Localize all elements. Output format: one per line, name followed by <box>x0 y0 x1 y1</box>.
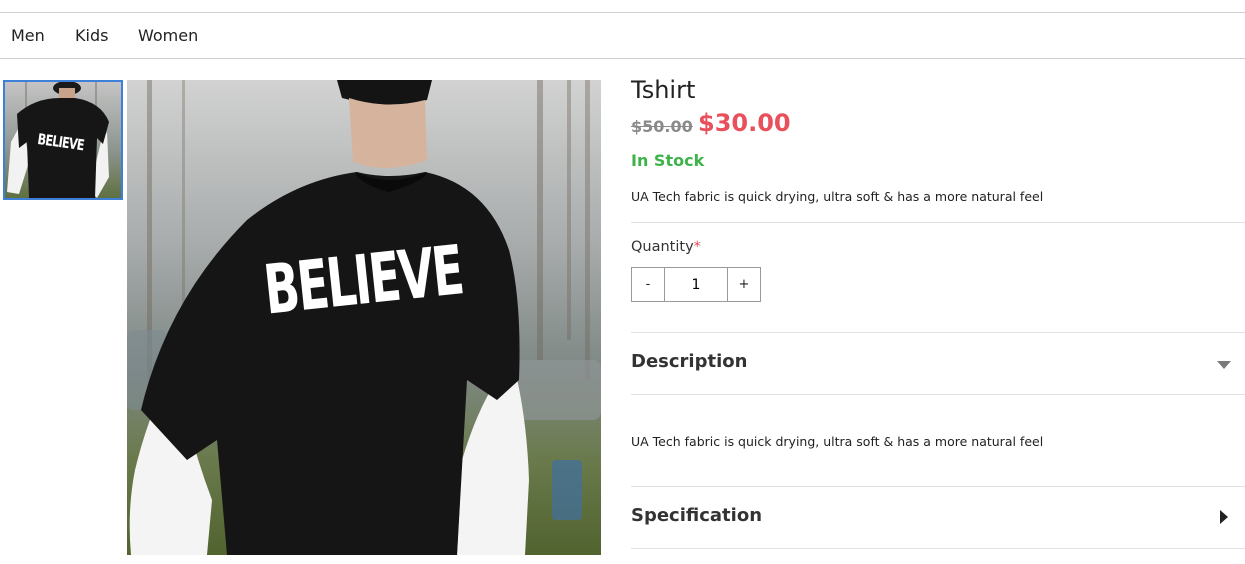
required-mark: * <box>693 239 701 255</box>
short-description: UA Tech fabric is quick drying, ultra so… <box>631 189 1044 204</box>
sale-price: $30.00 <box>698 109 791 137</box>
product-title: Tshirt <box>631 76 696 104</box>
caret-down-icon <box>1217 361 1231 369</box>
quantity-decrement-button[interactable]: - <box>632 268 665 301</box>
shirt-print-text: BELIEVE <box>260 231 466 331</box>
quantity-stepper: - + <box>631 267 761 302</box>
specification-title: Specification <box>631 505 763 526</box>
product-thumbnail[interactable]: BELIEVE <box>3 80 123 200</box>
quantity-label: Quantity* <box>631 239 701 255</box>
nav-item-men[interactable]: Men <box>11 26 45 45</box>
quantity-label-text: Quantity <box>631 239 694 255</box>
description-title: Description <box>631 351 748 372</box>
nav-item-kids[interactable]: Kids <box>75 26 108 45</box>
description-accordion-header[interactable]: Description <box>631 333 1245 393</box>
specification-accordion-header[interactable]: Specification <box>631 487 1245 547</box>
divider <box>631 222 1245 223</box>
category-nav: Men Kids Women <box>0 13 1245 59</box>
stock-status: In Stock <box>631 151 705 170</box>
quantity-increment-button[interactable]: + <box>727 268 760 301</box>
caret-right-icon <box>1220 510 1228 524</box>
original-price: $50.00 <box>631 117 693 136</box>
quantity-input[interactable] <box>665 268 727 301</box>
description-body: UA Tech fabric is quick drying, ultra so… <box>631 434 1044 449</box>
nav-item-women[interactable]: Women <box>138 26 198 45</box>
divider <box>631 548 1245 549</box>
divider <box>631 394 1245 395</box>
product-main-image[interactable]: BELIEVE <box>127 80 601 555</box>
